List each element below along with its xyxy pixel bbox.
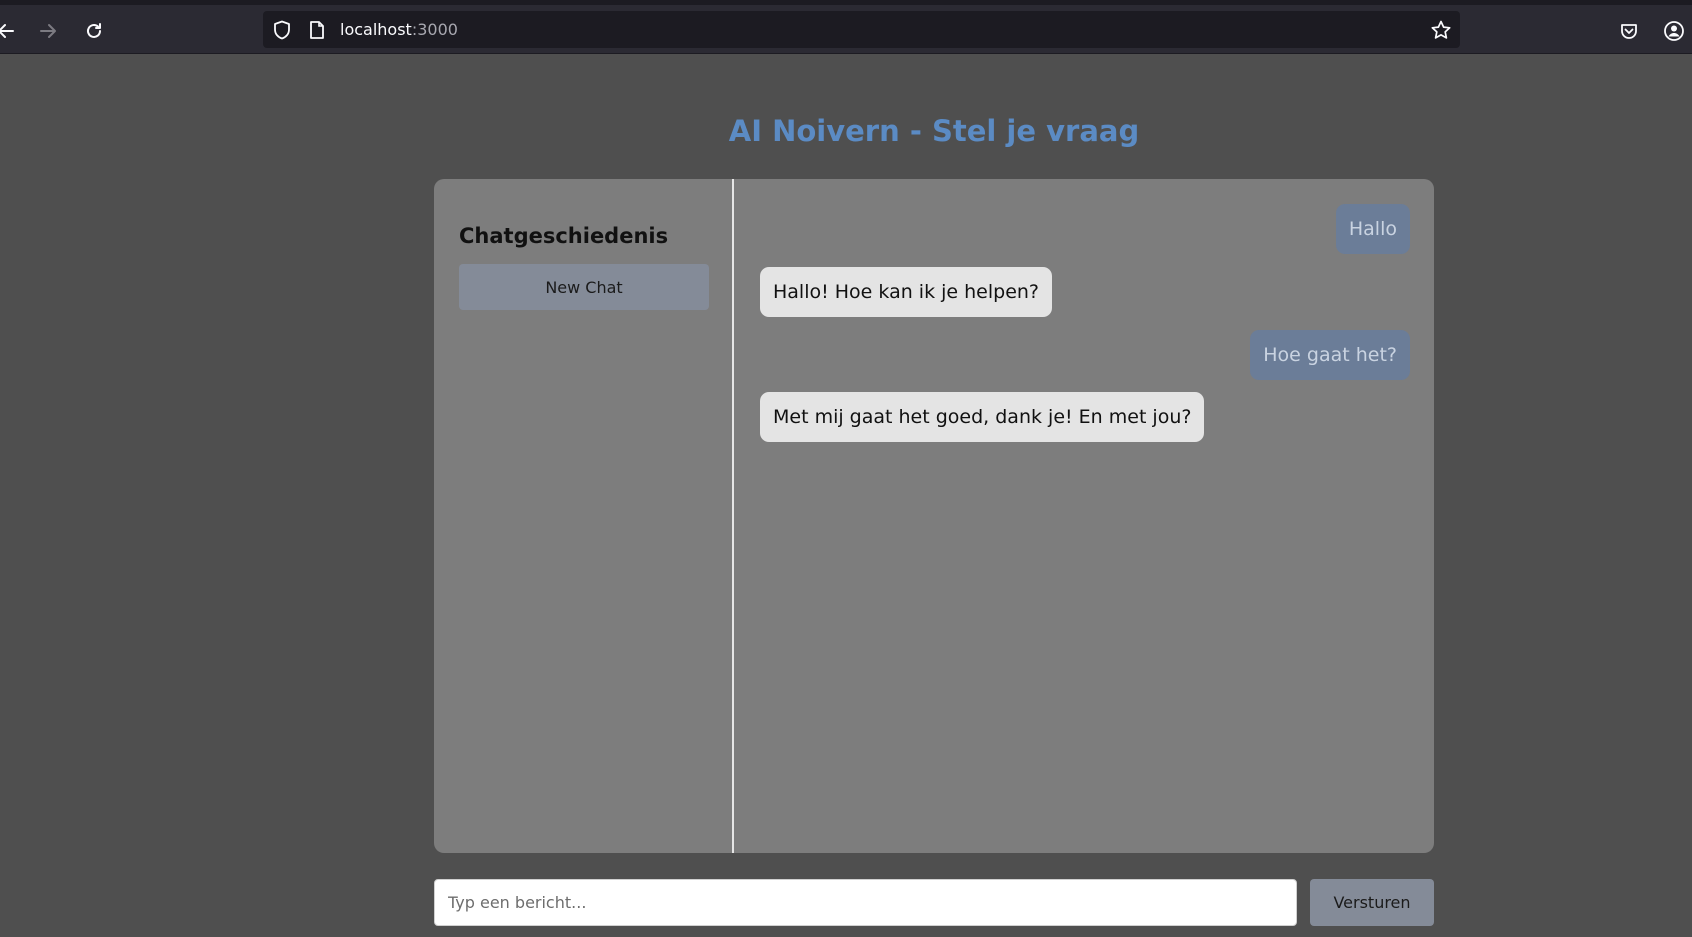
reload-icon <box>84 21 104 41</box>
arrow-right-icon <box>38 21 58 41</box>
account-button[interactable] <box>1660 17 1688 45</box>
message-list: Hallo Hallo! Hoe kan ik je helpen? Hoe g… <box>736 179 1434 853</box>
pocket-button[interactable] <box>1615 17 1643 45</box>
pocket-icon <box>1619 21 1639 41</box>
new-chat-button[interactable]: New Chat <box>459 264 709 310</box>
url-port: :3000 <box>411 20 458 39</box>
bot-message: Hallo! Hoe kan ik je helpen? <box>760 267 1053 317</box>
bot-message: Met mij gaat het goed, dank je! En met j… <box>760 392 1205 442</box>
chat-container: Chatgeschiedenis New Chat Hallo Hallo! H… <box>434 179 1434 853</box>
arrow-left-icon <box>0 21 16 41</box>
account-icon <box>1663 20 1685 42</box>
page-title: AI Noivern - Stel je vraag <box>728 114 1140 148</box>
browser-toolbar: localhost:3000 <box>0 0 1692 54</box>
page-icon <box>309 20 325 44</box>
address-bar[interactable]: localhost:3000 <box>263 11 1460 48</box>
message-input[interactable] <box>434 879 1297 926</box>
shield-icon[interactable] <box>273 20 291 44</box>
url-host: localhost <box>340 20 412 39</box>
send-button[interactable]: Versturen <box>1310 879 1434 926</box>
url-text[interactable]: localhost:3000 <box>340 20 458 39</box>
chat-history-sidebar: Chatgeschiedenis New Chat <box>434 179 734 853</box>
forward-button[interactable] <box>34 17 62 45</box>
back-button[interactable] <box>0 17 20 45</box>
message-composer: Versturen <box>434 879 1434 926</box>
user-message: Hallo <box>1335 204 1410 254</box>
star-icon[interactable] <box>1430 19 1452 45</box>
reload-button[interactable] <box>80 17 108 45</box>
sidebar-title: Chatgeschiedenis <box>459 224 669 248</box>
user-message: Hoe gaat het? <box>1250 330 1410 380</box>
